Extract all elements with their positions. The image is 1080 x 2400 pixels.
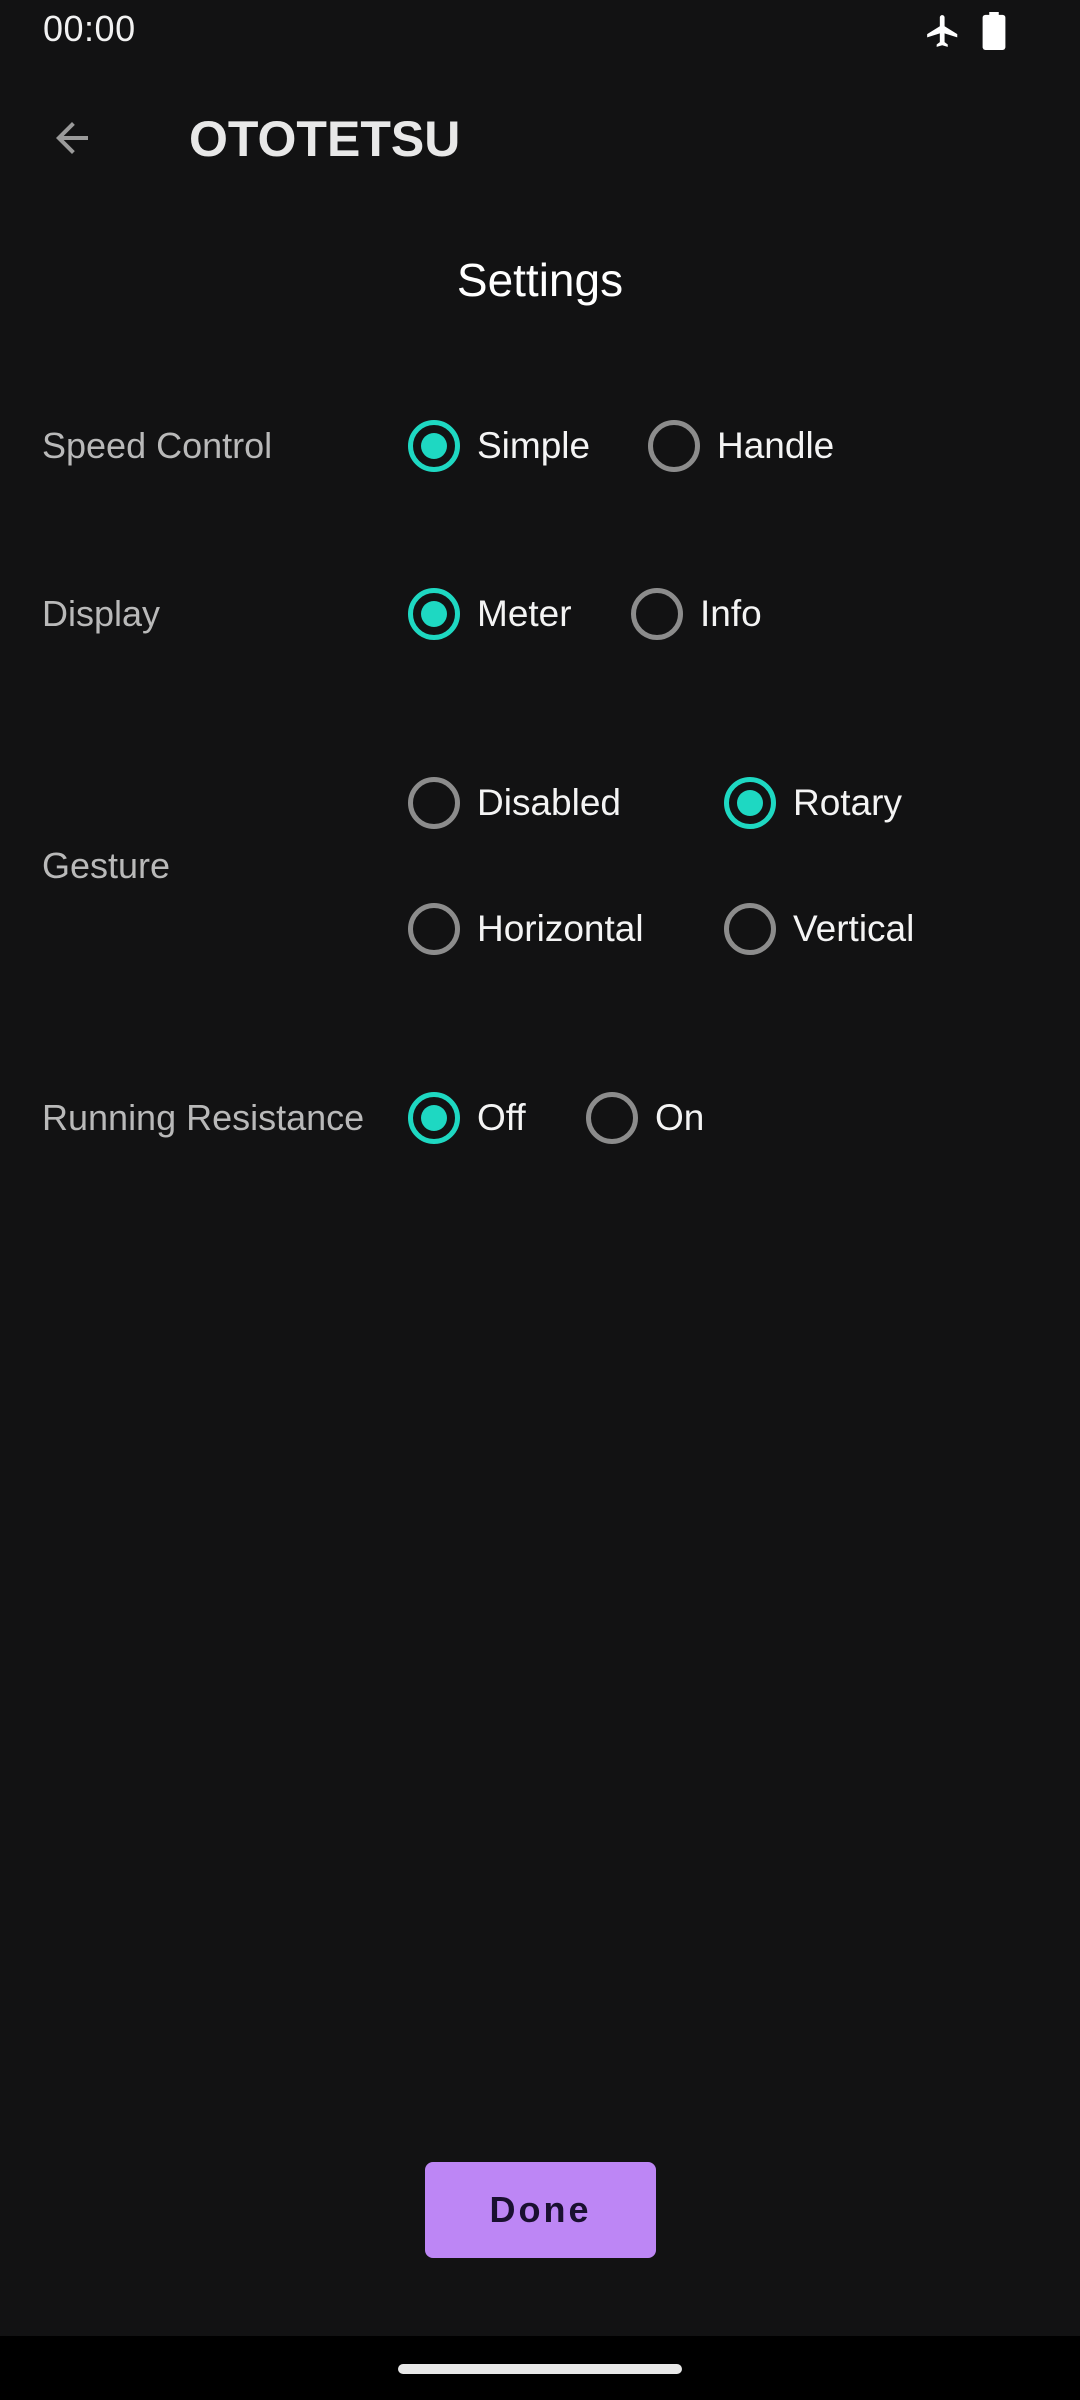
radio-button-circle [586,1092,638,1144]
settings-title: Settings [456,254,624,306]
radio-button-circle [724,777,776,829]
radio-speed-handle[interactable]: Handle [648,420,834,472]
status-time: 00:00 [43,8,136,49]
done-button[interactable]: Done [425,2162,656,2258]
radio-label: Meter [477,593,572,634]
radio-display-info[interactable]: Info [631,588,762,640]
radio-label: Horizontal [477,908,644,949]
radio-display-meter[interactable]: Meter [408,588,572,640]
running-resistance-label: Running Resistance [42,1097,365,1138]
radio-gesture-vertical[interactable]: Vertical [724,903,914,955]
speed-control-label: Speed Control [42,425,273,466]
display-label: Display [42,593,161,634]
radio-button-circle [648,420,700,472]
radio-button-circle [631,588,683,640]
radio-label: Handle [717,425,835,466]
settings-screen: 00:00 OTOTETSU Settings Speed Control Si… [0,0,1080,2400]
radio-button-circle [724,903,776,955]
gesture-label: Gesture [42,845,171,886]
radio-button-circle [408,903,460,955]
radio-resistance-on[interactable]: On [586,1092,704,1144]
radio-label: Rotary [793,782,902,823]
radio-gesture-horizontal[interactable]: Horizontal [408,903,644,955]
radio-button-circle [408,777,460,829]
home-gesture-handle[interactable] [398,2364,682,2374]
radio-label: Vertical [793,908,915,949]
radio-label: On [655,1097,705,1138]
status-bar: 00:00 [0,0,1080,66]
radio-gesture-disabled[interactable]: Disabled [408,777,621,829]
radio-label: Info [700,593,762,634]
radio-button-circle [408,588,460,640]
radio-speed-simple[interactable]: Simple [408,420,590,472]
radio-button-circle [408,420,460,472]
radio-label: Simple [477,425,591,466]
radio-resistance-off[interactable]: Off [408,1092,526,1144]
radio-label: Off [477,1097,526,1138]
app-bar: OTOTETSU [0,66,1080,210]
app-title: OTOTETSU [189,111,461,167]
radio-label: Disabled [477,782,621,823]
airplane-icon [927,15,958,47]
arrow-back-icon [56,122,88,154]
radio-button-circle [408,1092,460,1144]
battery-icon [982,12,1006,50]
navigation-bar [0,2336,1080,2400]
radio-gesture-rotary[interactable]: Rotary [724,777,902,829]
back-button[interactable] [32,102,112,174]
